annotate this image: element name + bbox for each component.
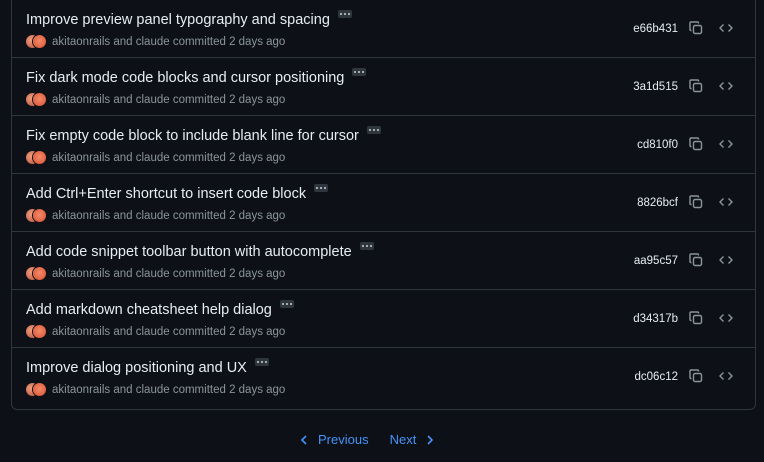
- author-avatars[interactable]: [26, 151, 48, 165]
- commit-row: Add markdown cheatsheet help dialog akit…: [12, 290, 755, 348]
- commit-title-link[interactable]: Fix empty code block to include blank li…: [26, 128, 359, 144]
- copy-sha-button[interactable]: [687, 19, 705, 37]
- browse-repo-button[interactable]: [717, 193, 735, 211]
- commit-meta: akitaonrails and claude committed 2 days…: [52, 152, 286, 164]
- code-icon: [719, 256, 733, 264]
- commit-row: Fix empty code block to include blank li…: [12, 116, 755, 174]
- code-icon: [719, 198, 733, 206]
- copy-icon: [689, 369, 703, 383]
- author-avatars[interactable]: [26, 267, 48, 281]
- code-icon: [719, 82, 733, 90]
- pagination: Previous Next: [300, 432, 434, 447]
- commit-title-link[interactable]: Fix dark mode code blocks and cursor pos…: [26, 70, 344, 86]
- chevron-left-icon: [300, 434, 307, 445]
- commit-row: Add Ctrl+Enter shortcut to insert code b…: [12, 174, 755, 232]
- commit-meta: akitaonrails and claude committed 2 days…: [52, 210, 286, 222]
- chevron-right-icon: [427, 434, 434, 445]
- browse-repo-button[interactable]: [717, 77, 735, 95]
- author-avatars[interactable]: [26, 209, 48, 223]
- commit-meta: akitaonrails and claude committed 2 days…: [52, 36, 286, 48]
- ellipsis-icon[interactable]: [366, 126, 381, 134]
- ellipsis-icon[interactable]: [359, 242, 374, 250]
- commit-row: Fix dark mode code blocks and cursor pos…: [12, 58, 755, 116]
- author-avatars[interactable]: [26, 325, 48, 339]
- commit-meta: akitaonrails and claude committed 2 days…: [52, 94, 286, 106]
- commit-title-link[interactable]: Add Ctrl+Enter shortcut to insert code b…: [26, 186, 306, 202]
- next-page-button[interactable]: Next: [390, 432, 435, 447]
- commit-sha-link[interactable]: 3a1d515: [633, 81, 678, 93]
- avatar: [33, 35, 46, 48]
- avatar: [33, 383, 46, 396]
- commit-title-link[interactable]: Add code snippet toolbar button with aut…: [26, 244, 352, 260]
- copy-sha-button[interactable]: [687, 367, 705, 385]
- ellipsis-icon[interactable]: [254, 358, 269, 366]
- copy-icon: [689, 21, 703, 35]
- commit-meta: akitaonrails and claude committed 2 days…: [52, 326, 286, 338]
- commit-row: Add code snippet toolbar button with aut…: [12, 232, 755, 290]
- copy-icon: [689, 253, 703, 267]
- code-icon: [719, 372, 733, 380]
- copy-sha-button[interactable]: [687, 77, 705, 95]
- commit-title-link[interactable]: Improve dialog positioning and UX: [26, 360, 247, 376]
- next-label: Next: [389, 432, 417, 447]
- author-avatars[interactable]: [26, 383, 48, 397]
- copy-icon: [689, 137, 703, 151]
- browse-repo-button[interactable]: [717, 251, 735, 269]
- avatar: [33, 93, 46, 106]
- commit-meta: akitaonrails and claude committed 2 days…: [52, 384, 286, 396]
- copy-icon: [689, 195, 703, 209]
- ellipsis-icon[interactable]: [314, 184, 329, 192]
- ellipsis-icon[interactable]: [279, 300, 294, 308]
- copy-sha-button[interactable]: [687, 193, 705, 211]
- ellipsis-icon[interactable]: [352, 68, 367, 76]
- copy-sha-button[interactable]: [687, 309, 705, 327]
- commit-row: Improve preview panel typography and spa…: [12, 0, 755, 58]
- copy-sha-button[interactable]: [687, 251, 705, 269]
- commit-sha-link[interactable]: cd810f0: [637, 139, 678, 151]
- ellipsis-icon[interactable]: [337, 10, 352, 18]
- previous-page-button[interactable]: Previous: [300, 432, 369, 447]
- code-icon: [719, 24, 733, 32]
- commit-row: Improve dialog positioning and UX akitao…: [12, 348, 755, 406]
- copy-sha-button[interactable]: [687, 135, 705, 153]
- avatar: [33, 151, 46, 164]
- commit-sha-link[interactable]: 8826bcf: [637, 197, 678, 209]
- code-icon: [719, 314, 733, 322]
- copy-icon: [689, 79, 703, 93]
- copy-icon: [689, 311, 703, 325]
- author-avatars[interactable]: [26, 35, 48, 49]
- commit-sha-link[interactable]: d34317b: [633, 313, 678, 325]
- code-icon: [719, 140, 733, 148]
- commit-sha-link[interactable]: aa95c57: [634, 255, 678, 267]
- avatar: [33, 325, 46, 338]
- previous-label: Previous: [318, 432, 369, 447]
- commit-title-link[interactable]: Improve preview panel typography and spa…: [26, 12, 330, 28]
- author-avatars[interactable]: [26, 93, 48, 107]
- commit-list: Improve preview panel typography and spa…: [11, 0, 756, 410]
- browse-repo-button[interactable]: [717, 19, 735, 37]
- commit-sha-link[interactable]: dc06c12: [635, 371, 678, 383]
- commit-meta: akitaonrails and claude committed 2 days…: [52, 268, 286, 280]
- avatar: [33, 267, 46, 280]
- commit-sha-link[interactable]: e66b431: [633, 23, 678, 35]
- browse-repo-button[interactable]: [717, 309, 735, 327]
- commit-title-link[interactable]: Add markdown cheatsheet help dialog: [26, 302, 272, 318]
- avatar: [33, 209, 46, 222]
- browse-repo-button[interactable]: [717, 367, 735, 385]
- browse-repo-button[interactable]: [717, 135, 735, 153]
